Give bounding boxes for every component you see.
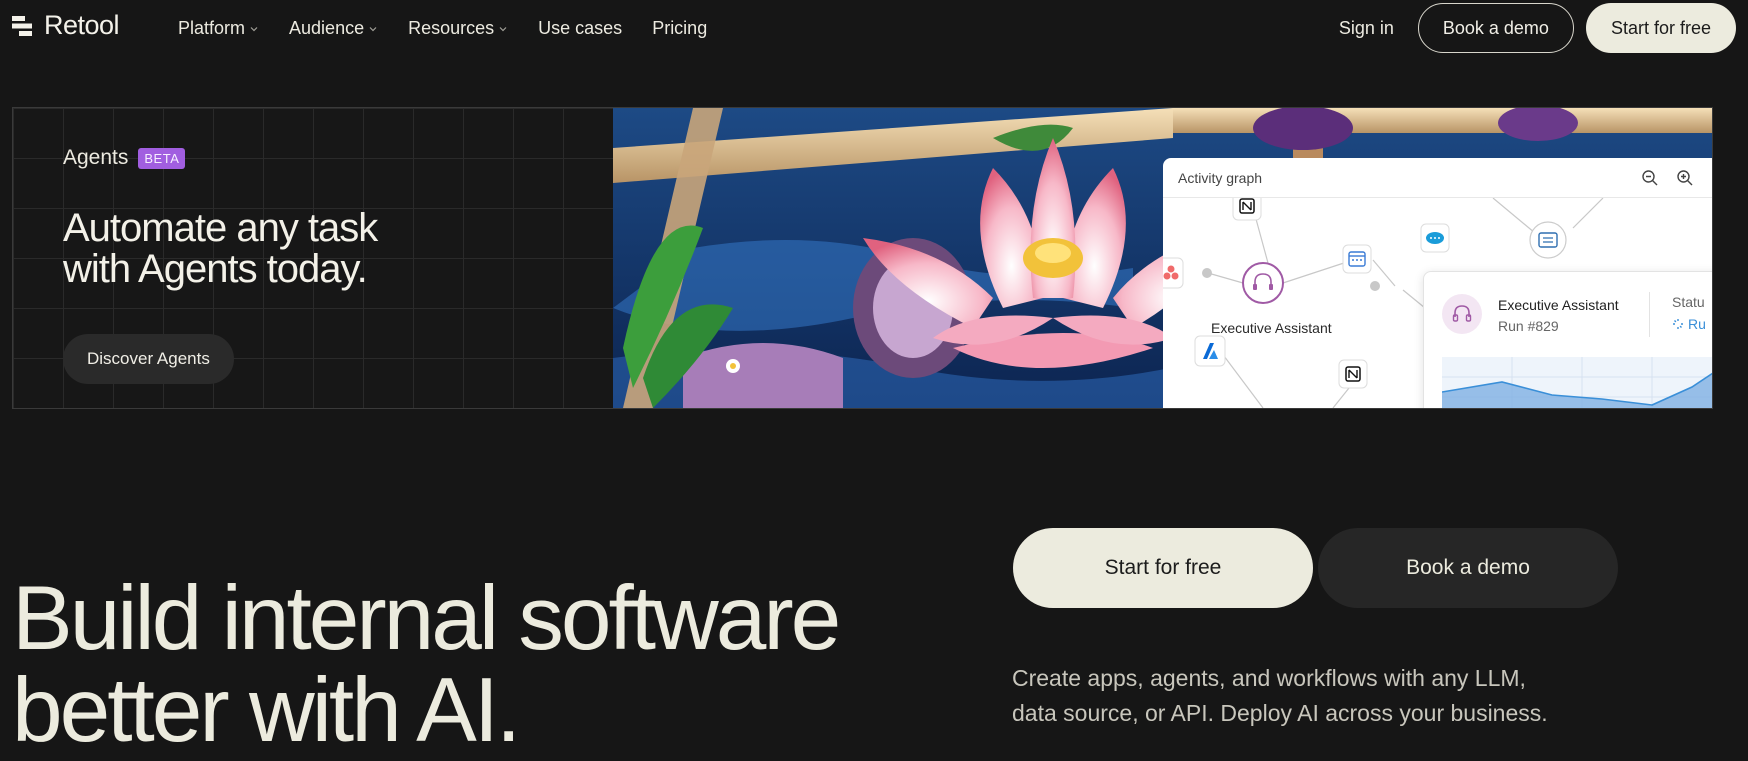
nav-resources[interactable]: Resources [408,18,508,39]
agents-label: Agents BETA [63,146,186,170]
asana-node[interactable] [1163,257,1184,289]
notion-node-bottom[interactable] [1338,359,1368,389]
retool-logo[interactable]: Retool [12,10,120,41]
salesforce-node[interactable] [1420,223,1450,253]
retool-logo-icon [12,15,32,36]
nav-audience[interactable]: Audience [289,18,378,39]
nav-actions: Sign in Book a demo Start for free [1339,3,1736,53]
main-menu: Platform Audience Resources Use cases Pr… [178,18,707,39]
nav-platform-label: Platform [178,18,246,38]
calendar-node[interactable] [1342,244,1372,274]
nav-use-cases[interactable]: Use cases [538,18,622,39]
agents-banner: Agents BETA Automate any task with Agent… [12,107,1713,409]
nav-pricing[interactable]: Pricing [652,18,707,39]
discover-agents-button[interactable]: Discover Agents [63,334,234,384]
banner-title: Automate any task with Agents today. [63,206,378,291]
executive-assistant-node[interactable] [1242,262,1284,304]
book-demo-button[interactable]: Book a demo [1417,3,1574,53]
loading-spinner-icon [1673,319,1683,329]
graph-dot [1202,268,1212,278]
run-status-text: Ru [1688,316,1706,332]
run-id: Run #829 [1498,318,1559,334]
run-agent-name: Executive Assistant [1498,297,1619,313]
logo-text: Retool [44,10,120,40]
run-status-value: Ru [1672,316,1706,332]
banner-grid-panel: Agents BETA Automate any task with Agent… [13,108,613,408]
sign-in-link[interactable]: Sign in [1339,18,1394,39]
top-nav: Retool Platform Audience Resources Use c… [0,0,1748,56]
azure-node[interactable] [1194,335,1226,367]
banner-illustration: Activity graph Executive Assistant Execu… [613,108,1712,408]
hero-start-free-button[interactable]: Start for free [1013,528,1313,608]
chevron-down-icon [499,26,507,31]
run-detail-card[interactable]: Executive Assistant Run #829 Statu Ru [1423,271,1712,408]
graph-dot [1370,281,1380,291]
agents-label-text: Agents [63,146,129,169]
chevron-down-icon [369,26,377,31]
nav-audience-label: Audience [289,18,365,38]
document-node[interactable] [1529,221,1567,259]
activity-graph-card: Activity graph Executive Assistant Execu… [1163,158,1712,408]
nav-use-cases-label: Use cases [538,18,623,38]
activity-graph-title: Activity graph [1178,170,1263,186]
run-status-label: Statu [1672,294,1705,310]
nav-resources-label: Resources [408,18,495,38]
nav-platform[interactable]: Platform [178,18,259,39]
activity-graph-header: Activity graph [1163,158,1712,198]
headset-icon [1442,294,1482,334]
start-free-button[interactable]: Start for free [1585,3,1736,53]
hero-book-demo-button[interactable]: Book a demo [1318,528,1618,608]
run-activity-chart [1442,357,1712,408]
beta-badge: BETA [138,147,186,169]
chevron-down-icon [250,26,258,31]
hero-title: Build internal software better with AI. [12,567,841,761]
nav-pricing-label: Pricing [652,18,708,38]
zoom-in-icon[interactable] [1676,169,1694,187]
notion-node-top[interactable] [1232,198,1262,221]
run-divider [1649,292,1650,337]
zoom-out-icon[interactable] [1641,169,1659,187]
executive-assistant-node-label: Executive Assistant [1211,320,1332,336]
hero-description: Create apps, agents, and workflows with … [1012,665,1548,726]
